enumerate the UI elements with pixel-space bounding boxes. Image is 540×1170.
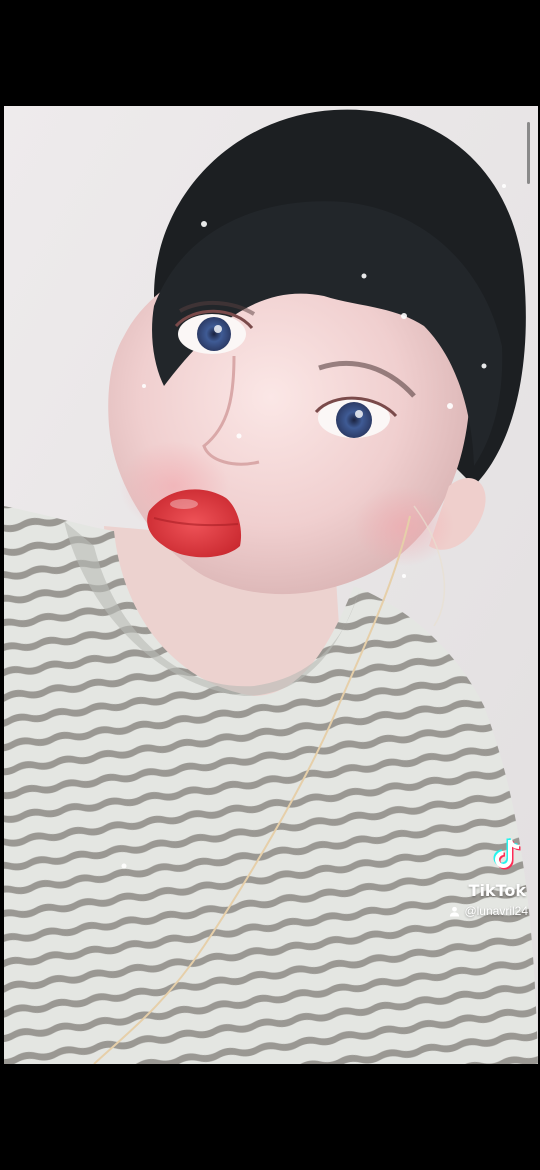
user-icon	[450, 906, 460, 917]
video-frame[interactable]: TikTok @lunavril24	[4, 106, 538, 1064]
tiktok-watermark: TikTok @lunavril24	[388, 834, 528, 922]
tiktok-logo-icon	[493, 837, 521, 870]
tiktok-brand-name: TikTok	[468, 881, 526, 900]
tiktok-username: @lunavril24	[449, 904, 528, 918]
scroll-indicator[interactable]	[527, 122, 530, 184]
tiktok-username-text: @lunavril24	[464, 904, 528, 918]
screen: TikTok @lunavril24	[0, 0, 540, 1170]
